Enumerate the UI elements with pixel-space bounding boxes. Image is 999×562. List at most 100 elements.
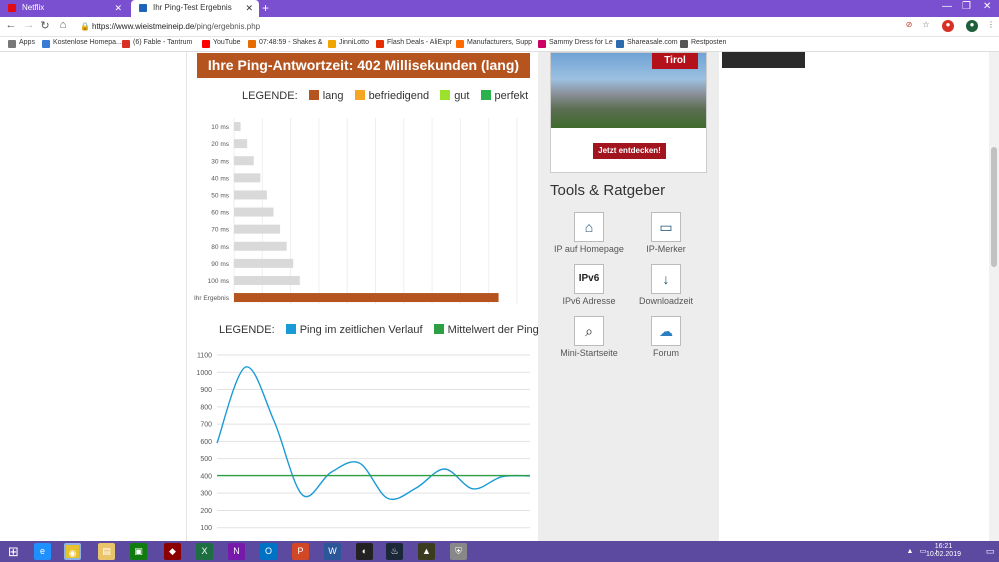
tick-label: 500: [200, 456, 212, 463]
tick-label: 800: [200, 404, 212, 411]
tool-forum[interactable]: ☁ Forum: [626, 316, 706, 358]
app-icon[interactable]: ◐: [356, 543, 373, 560]
tick-label: 70 ms: [211, 227, 229, 234]
bookmark-item[interactable]: JinniLotto: [328, 39, 369, 48]
windows-taskbar: ⊞ e ◉ ▤ ▣ ◆ X N O P W ◐ ♨ ▲ ⛨ ▲ ▭ ♪ 16:2…: [0, 541, 999, 562]
bar: [234, 207, 274, 217]
shield-icon[interactable]: ⛨: [450, 543, 467, 560]
game-icon[interactable]: ▲: [418, 543, 435, 560]
tick-label: 1000: [196, 370, 212, 377]
tick-label: 1100: [197, 353, 212, 360]
ping-bar-chart: 10 ms 20 ms 30 ms 40 ms 50 ms 60 ms 70 ms 80 ms…: [194, 118, 518, 304]
bookmark-item[interactable]: Shareasale.com: [616, 39, 678, 48]
tick-label: Ihr Ergebnis: [194, 295, 230, 302]
tool-ip-merker[interactable]: ▭ IP-Merker: [626, 212, 706, 254]
outlook-icon[interactable]: O: [260, 543, 277, 560]
tick-label: 90 ms: [211, 261, 229, 268]
onenote-icon[interactable]: N: [228, 543, 245, 560]
legend-swatch: [354, 90, 365, 100]
bookmark-favicon-icon: [328, 40, 336, 48]
close-tab-icon[interactable]: ✕: [245, 3, 253, 14]
youtube-icon: [202, 40, 210, 48]
powerpoint-icon[interactable]: P: [292, 543, 309, 560]
bar: [234, 241, 287, 251]
star-icon[interactable]: ☆: [920, 20, 932, 32]
excel-icon[interactable]: X: [196, 543, 213, 560]
close-window-icon[interactable]: ✕: [983, 1, 991, 12]
store-icon[interactable]: ▣: [130, 543, 147, 560]
bookmark-item[interactable]: (6) Fable - Tantrum: [122, 39, 192, 48]
tool-ipv6[interactable]: IPv6 IPv6 Adresse: [549, 264, 629, 306]
bookmark-item[interactable]: Kostenlose Homepa...: [42, 39, 122, 48]
tick-label: 100 ms: [208, 278, 230, 285]
word-icon[interactable]: W: [324, 543, 341, 560]
tab-netflix[interactable]: Netflix ✕: [0, 0, 128, 17]
address-bar[interactable]: 🔒 https://www.wieistmeineip.de/ping/erge…: [80, 20, 900, 34]
url-host: https://www.wieistmeineip.de: [92, 22, 195, 31]
web-page: Ihre Ping-Antwortzeit: 402 Millisekunden…: [0, 52, 999, 541]
tray-arrow-icon[interactable]: ▲: [905, 543, 915, 560]
download-clock-icon: ↓: [651, 264, 681, 294]
result-headline: Ihre Ping-Antwortzeit: 402 Millisekunden…: [197, 53, 530, 78]
new-tab-icon[interactable]: +: [262, 1, 269, 15]
legend-ping-rating: LEGENDE: lang befriedigend gut perfekt: [242, 90, 528, 102]
scrollbar-thumb[interactable]: [991, 147, 997, 267]
profile-avatar[interactable]: ●: [966, 20, 978, 32]
forward-icon[interactable]: →: [22, 19, 36, 31]
legend-swatch: [440, 90, 451, 100]
bookmark-item[interactable]: Flash Deals - AliExpr: [376, 39, 452, 48]
minimize-icon[interactable]: —: [942, 1, 952, 12]
bookmark-item[interactable]: Restposten: [680, 39, 726, 48]
bookmark-favicon-icon: [248, 40, 256, 48]
bookmark-favicon-icon: [616, 40, 624, 48]
tick-label: 200: [200, 508, 212, 515]
ping-line-chart: 100 200 300 400 500 600 700 800 900 1000 1100: [196, 353, 531, 532]
tirol-advertisement[interactable]: Tirol Jetzt entdecken!: [550, 52, 707, 173]
home-icon[interactable]: ⌂: [56, 19, 70, 31]
tool-mini-startseite[interactable]: ⌕ Mini-Startseite: [549, 316, 629, 358]
extension-icon[interactable]: ●: [942, 20, 954, 32]
bar: [234, 224, 281, 234]
scrollbar[interactable]: [989, 52, 999, 541]
legend-swatch: [480, 90, 491, 100]
apps-icon: [8, 40, 16, 48]
close-tab-icon[interactable]: ✕: [114, 3, 122, 14]
menu-icon[interactable]: ⋮: [985, 20, 997, 32]
bookmark-item[interactable]: YouTube: [202, 39, 241, 48]
legend-label: befriedigend: [368, 90, 430, 102]
right-column: [719, 52, 989, 541]
bar: [234, 139, 248, 149]
windows-start-icon[interactable]: ⊞: [5, 543, 22, 560]
bookmark-item[interactable]: 07:48:59 - Shakes &: [248, 39, 322, 48]
legend-label: Ping im zeitlichen Verlauf: [299, 324, 423, 336]
bookmark-item[interactable]: Apps: [8, 39, 35, 48]
tab-title: Ihr Ping-Test Ergebnis: [153, 3, 232, 12]
bookmark-item[interactable]: Manufacturers, Supp: [456, 39, 532, 48]
bar: [234, 173, 261, 183]
file-explorer-icon[interactable]: ▤: [98, 543, 115, 560]
tick-label: 600: [200, 439, 212, 446]
tick-label: 50 ms: [211, 192, 229, 199]
blocked-icon[interactable]: ⊘: [903, 20, 915, 32]
chrome-icon[interactable]: ◉: [64, 543, 81, 560]
internet-explorer-icon[interactable]: e: [34, 543, 51, 560]
reload-icon[interactable]: ↻: [38, 19, 52, 32]
bar: [234, 293, 499, 303]
tool-downloadzeit[interactable]: ↓ Downloadzeit: [626, 264, 706, 306]
netflix-favicon-icon: [8, 4, 16, 12]
tick-label: 80 ms: [211, 244, 229, 251]
back-icon[interactable]: ←: [4, 19, 18, 31]
maximize-icon[interactable]: ❐: [962, 1, 971, 12]
ad-cta-button[interactable]: Jetzt entdecken!: [593, 143, 666, 159]
tab-strip: Netflix ✕ Ihr Ping-Test Ergebnis ✕ + — ❐…: [0, 0, 999, 17]
tab-ping-test[interactable]: Ihr Ping-Test Ergebnis ✕: [131, 0, 259, 17]
tick-label: 60 ms: [211, 210, 229, 217]
system-clock[interactable]: 16:21 10.02.2019: [926, 543, 961, 559]
bookmark-item[interactable]: Sammy Dress for Le: [538, 39, 613, 48]
bookmark-favicon-icon: [376, 40, 384, 48]
notifications-icon[interactable]: ▭: [984, 543, 996, 560]
app-icon[interactable]: ◆: [164, 543, 181, 560]
legend-ping-history: LEGENDE: Ping im zeitlichen Verlauf Mitt…: [219, 324, 568, 336]
steam-icon[interactable]: ♨: [386, 543, 403, 560]
tool-ip-homepage[interactable]: ⌂ IP auf Homepage: [549, 212, 629, 254]
